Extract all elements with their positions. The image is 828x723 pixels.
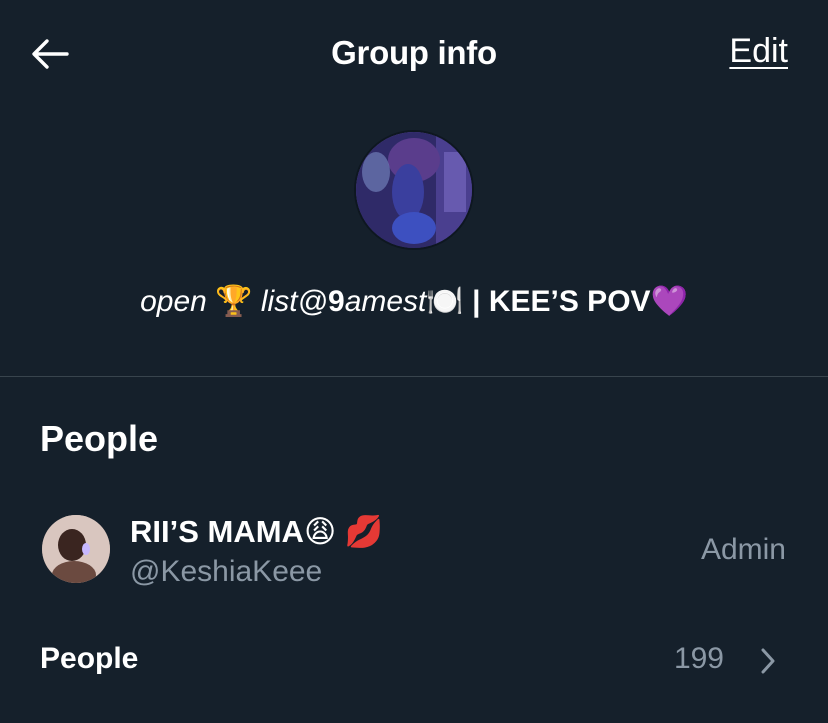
member-avatar-image [42, 515, 110, 583]
group-avatar[interactable] [356, 132, 472, 248]
group-name: open 🏆 list@9amest🍽️ | KEE’S POV💜 [0, 284, 828, 319]
group-name-open: open [140, 285, 207, 318]
member-name-text: RII’S MAMA [130, 514, 304, 549]
page-title: Group info [331, 34, 497, 71]
role-badge: Admin [700, 533, 786, 566]
edit-button[interactable]: Edit [729, 32, 788, 71]
people-label: People [40, 642, 139, 675]
group-name-rest: | KEE’S POV [472, 285, 651, 318]
member-row[interactable]: RII’S MAMA😩 💋 @KeshiaKeee Admin [0, 505, 828, 595]
plate-emoji: 🍽️ [426, 285, 464, 318]
group-name-list: list@ [260, 285, 328, 318]
group-avatar-image [356, 132, 472, 248]
weary-emoji: 😩 [303, 514, 337, 549]
avatar [42, 515, 110, 583]
people-section-title: People [40, 418, 159, 459]
header: Group info Edit [0, 0, 828, 105]
group-name-9: 9 [328, 285, 345, 318]
chevron-right-icon [761, 648, 775, 674]
trophy-emoji: 🏆 [215, 285, 253, 318]
member-name: RII’S MAMA😩 💋 [130, 513, 384, 550]
group-info-screen: Group info Edit open 🏆 list@9amest🍽️ | K… [0, 0, 828, 723]
people-count-row[interactable]: People 199 [0, 630, 828, 690]
divider [0, 376, 828, 377]
group-name-amest: amest [344, 285, 427, 318]
kiss-emoji: 💋 [344, 514, 384, 549]
heart-emoji: 💜 [650, 285, 688, 318]
people-count: 199 [673, 642, 724, 675]
member-handle: @KeshiaKeee [130, 555, 323, 588]
